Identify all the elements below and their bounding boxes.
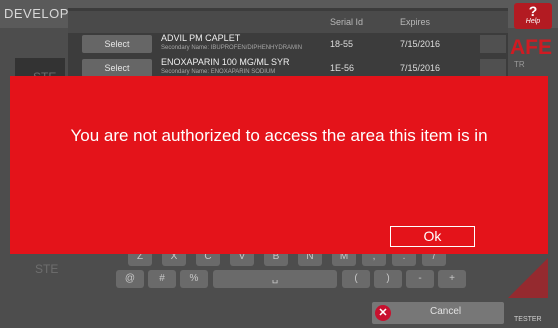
select-button[interactable]: Select	[82, 35, 152, 53]
help-label: Help	[525, 18, 541, 25]
close-icon: ✕	[375, 305, 391, 321]
item-expires: 7/15/2016	[400, 39, 441, 49]
item-secondary-name: Secondary Name: IBUPROFEN/DIPHENHYDRAMIN	[161, 45, 303, 51]
row-side-cell	[480, 59, 506, 77]
alert-message: You are not authorized to access the are…	[70, 126, 488, 145]
row-side-cell	[480, 35, 506, 53]
item-name: ADVIL PM CAPLET	[161, 33, 241, 43]
background-ste-label: STE	[35, 262, 59, 276]
authorization-alert: You are not authorized to access the are…	[10, 76, 548, 254]
table-header: Serial Id Expires	[68, 11, 508, 33]
item-secondary-name: Secondary Name: ENOXAPARIN SODIUM	[161, 69, 276, 75]
help-button[interactable]: ? Help	[514, 3, 552, 29]
serial-id-header: Serial Id	[330, 17, 364, 27]
key-space[interactable]: ␣	[213, 270, 337, 288]
help-icon: ?	[528, 3, 538, 19]
cancel-label: Cancel	[430, 306, 462, 317]
key-plus[interactable]: +	[438, 270, 466, 288]
expires-header: Expires	[400, 17, 431, 27]
app-title: DEVELOP	[4, 6, 69, 21]
item-serial-id: 18-55	[330, 39, 354, 49]
background-logo-sub: TR	[514, 60, 525, 69]
key-lparen[interactable]: (	[342, 270, 370, 288]
key-rparen[interactable]: )	[374, 270, 402, 288]
key-hash[interactable]: #	[148, 270, 176, 288]
select-button[interactable]: Select	[82, 59, 152, 77]
on-screen-keyboard: Z X C V B N M , . / @ # % ␣ ( ) - +	[70, 248, 500, 304]
background-red-shape	[508, 258, 548, 298]
item-name: ENOXAPARIN 100 MG/ML SYR	[161, 57, 290, 67]
item-serial-id: 1E-56	[330, 63, 355, 73]
cancel-button[interactable]: ✕ Cancel	[372, 302, 504, 324]
item-expires: 7/15/2016	[400, 63, 441, 73]
ok-button[interactable]: Ok	[390, 226, 475, 247]
background-logo: AFE	[510, 36, 552, 59]
key-percent[interactable]: %	[180, 270, 208, 288]
key-at[interactable]: @	[116, 270, 144, 288]
table-row: Select ADVIL PM CAPLET Secondary Name: I…	[68, 33, 508, 55]
key-minus[interactable]: -	[406, 270, 434, 288]
tester-label: TESTER	[514, 316, 542, 323]
